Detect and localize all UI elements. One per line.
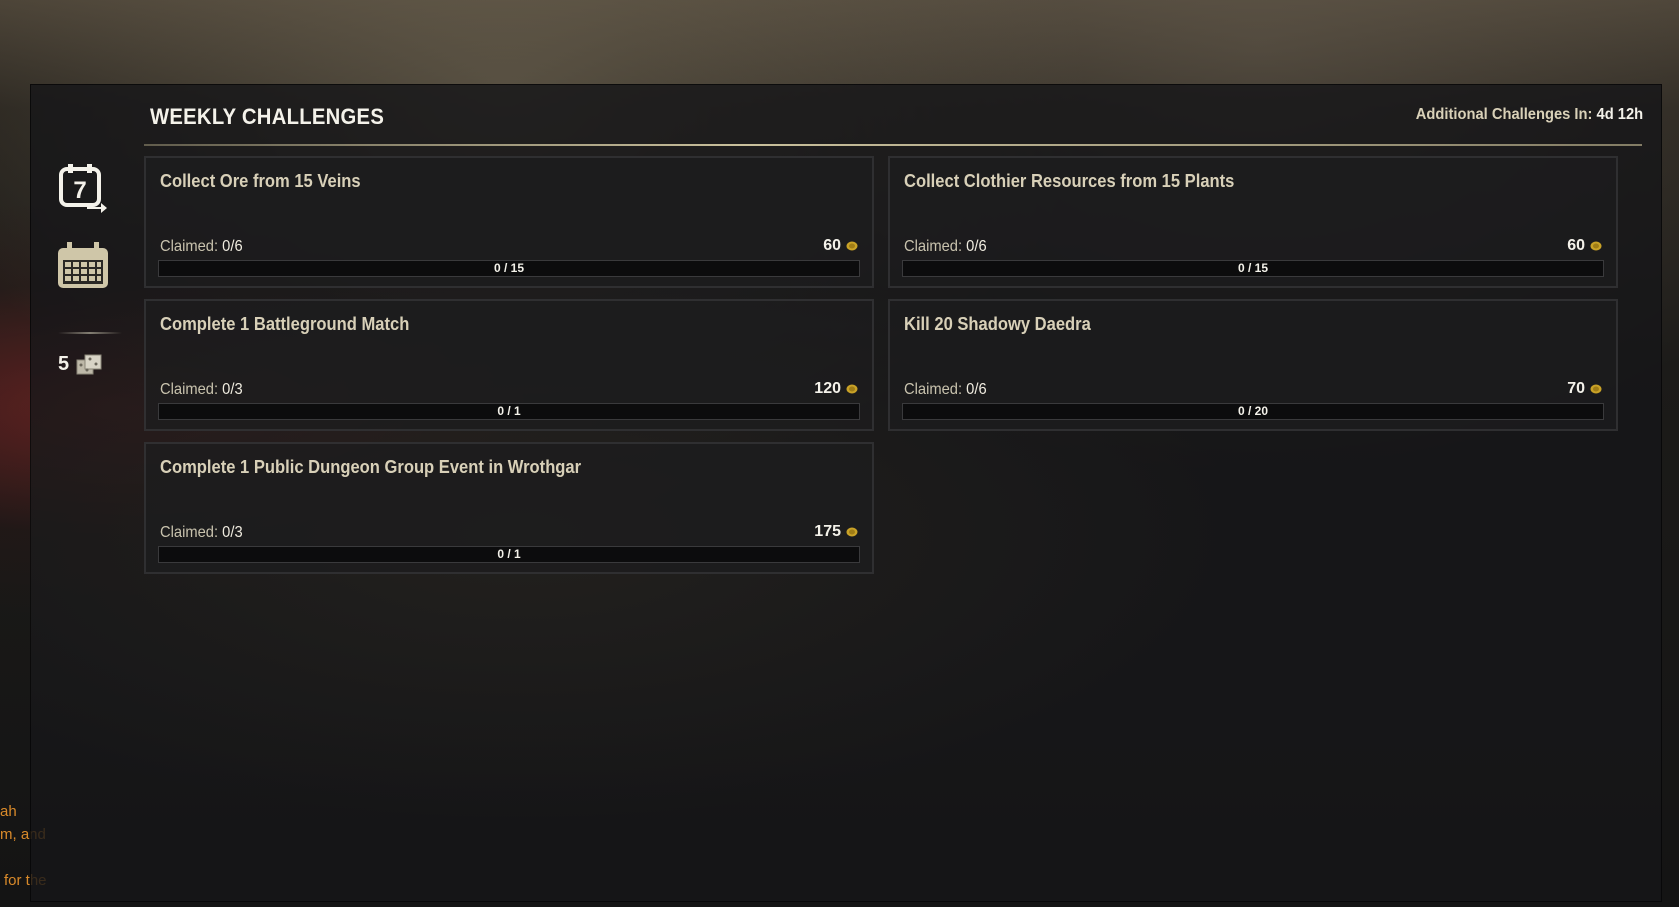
reward-amount: 60 <box>1567 237 1585 254</box>
tickets-count: 5 <box>58 352 70 375</box>
calendar-icon <box>58 242 108 288</box>
timer-label: Additional Challenges In: <box>1415 106 1593 123</box>
challenge-title: Complete 1 Public Dungeon Group Event in… <box>160 457 582 477</box>
seal-coin-icon <box>846 527 858 537</box>
challenge-progress-bar: 0 / 20 <box>902 403 1604 420</box>
reward-amount: 120 <box>814 380 841 397</box>
progress-text: 0 / 15 <box>493 261 525 275</box>
challenge-card[interactable]: Complete 1 Battleground Match Claimed: 0… <box>144 299 874 431</box>
challenge-title: Collect Clothier Resources from 15 Plant… <box>904 171 1235 191</box>
seal-coin-icon <box>1590 241 1602 251</box>
challenge-card[interactable]: Kill 20 Shadowy Daedra Claimed: 0/6 70 0… <box>888 299 1618 431</box>
timer-value: 4d 12h <box>1596 106 1643 123</box>
challenge-title: Complete 1 Battleground Match <box>160 314 410 334</box>
challenge-card[interactable]: Collect Clothier Resources from 15 Plant… <box>888 156 1618 288</box>
challenge-card[interactable]: Complete 1 Public Dungeon Group Event in… <box>144 442 874 574</box>
challenge-card[interactable]: Collect Ore from 15 Veins Claimed: 0/6 6… <box>144 156 874 288</box>
challenge-progress-bar: 0 / 1 <box>158 403 860 420</box>
progress-text: 0 / 20 <box>1237 404 1269 418</box>
event-tickets: 5 <box>58 352 105 376</box>
reward-amount: 60 <box>823 237 841 254</box>
reward-amount: 70 <box>1567 380 1585 397</box>
calendar-tab-button[interactable] <box>56 238 110 292</box>
progress-text: 0 / 1 <box>497 404 521 418</box>
challenge-timer: Additional Challenges In: 4d 12h <box>1416 106 1643 124</box>
challenge-progress-bar: 0 / 1 <box>158 546 860 563</box>
challenge-reward: 120 <box>814 380 858 398</box>
challenge-reward: 60 <box>1567 237 1602 255</box>
progress-text: 0 / 1 <box>497 547 521 561</box>
challenge-claimed: Claimed: 0/3 <box>160 524 243 541</box>
seal-coin-icon <box>846 241 858 251</box>
seal-coin-icon <box>1590 384 1602 394</box>
challenge-claimed: Claimed: 0/6 <box>904 238 987 255</box>
challenge-reward: 175 <box>814 523 858 541</box>
seal-coin-icon <box>846 384 858 394</box>
progress-text: 0 / 15 <box>1237 261 1269 275</box>
page-title: WEEKLY CHALLENGES <box>150 104 385 129</box>
challenge-progress-bar: 0 / 15 <box>158 260 860 277</box>
challenge-title: Collect Ore from 15 Veins <box>160 171 361 191</box>
reward-amount: 175 <box>814 523 841 540</box>
sidebar-divider <box>58 332 122 334</box>
challenge-title: Kill 20 Shadowy Daedra <box>904 314 1091 334</box>
header-divider <box>144 144 1642 146</box>
weekly-calendar-7-icon: 7 <box>59 164 107 213</box>
weekly-icon-number: 7 <box>73 177 86 204</box>
ticket-icon <box>76 354 102 375</box>
challenge-reward: 60 <box>823 237 858 255</box>
challenge-claimed: Claimed: 0/3 <box>160 381 243 398</box>
challenge-progress-bar: 0 / 15 <box>902 260 1604 277</box>
challenge-reward: 70 <box>1567 380 1602 398</box>
challenge-claimed: Claimed: 0/6 <box>904 381 987 398</box>
weekly-tab-button[interactable]: 7 <box>56 160 110 214</box>
challenge-claimed: Claimed: 0/6 <box>160 238 243 255</box>
